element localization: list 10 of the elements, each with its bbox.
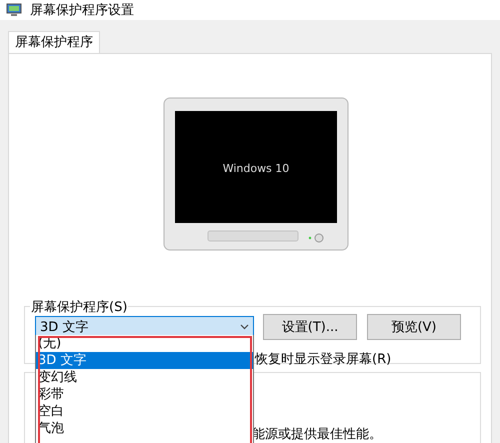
window-title: 屏幕保护程序设置 — [30, 2, 134, 19]
display-icon — [6, 3, 22, 17]
checkbox-label[interactable]: 恢复时显示登录屏幕(R) — [255, 352, 392, 367]
group-label: 屏幕保护程序(S) — [30, 298, 128, 316]
dialog-button[interactable]: 设置(T)... — [263, 314, 357, 340]
dialog-button[interactable]: 预览(V) — [367, 314, 461, 340]
tab[interactable]: 屏幕保护程序 — [8, 31, 100, 53]
chevron-down-icon — [240, 324, 249, 330]
screen-text: Windows 10 — [222, 162, 289, 175]
dropdown-item[interactable]: 3D 文字 — [36, 352, 253, 369]
